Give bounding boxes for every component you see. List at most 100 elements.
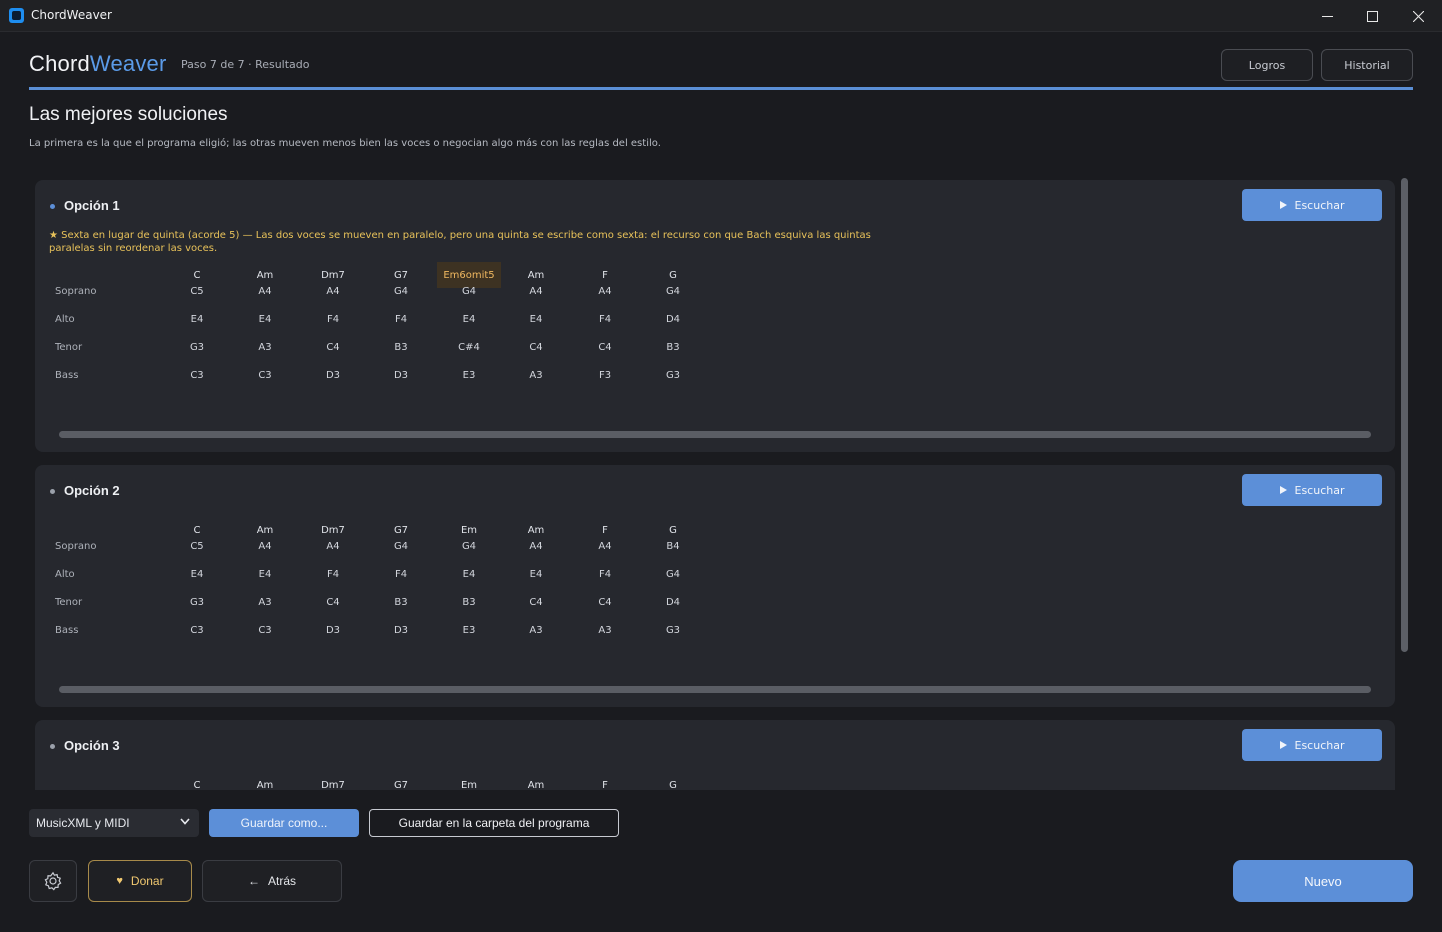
note-cell: G4 [393,541,409,552]
note-cell: A4 [529,286,543,297]
note-cell: B3 [462,597,476,608]
close-window-button[interactable] [1395,0,1441,32]
listen-label: Escuchar [1294,198,1345,212]
option-card: Opción 3 Escuchar C Am Dm7 G7 Em Am F G [35,720,1395,790]
note-cell: A4 [598,541,612,552]
chord-header: G7 [393,779,409,791]
note-cell: C4 [598,342,612,353]
option-bullet [50,744,55,749]
note-cell: F4 [394,569,408,580]
voice-label: Tenor [55,342,83,353]
note-cell: C3 [258,370,272,381]
option-card: Opción 1 Escuchar ★ Sexta en lugar de qu… [35,180,1395,452]
horizontal-scrollbar[interactable] [59,431,1371,438]
note-cell: C3 [258,625,272,636]
note-cell: G4 [665,569,681,580]
minimize-button[interactable] [1304,0,1350,32]
voice-label: Bass [55,370,79,381]
arrow-left-icon: ← [247,874,260,888]
note-cell: A4 [258,541,272,552]
play-icon [1279,741,1287,749]
chord-header: G7 [393,269,409,281]
close-icon [1412,10,1424,22]
maximize-icon [1366,10,1378,22]
note-cell: E4 [462,569,476,580]
chord-header: Em6omit5 [437,262,501,288]
note-cell: C5 [190,286,204,297]
voice-label: Alto [55,314,75,325]
donate-button[interactable]: ♥ Donar [88,860,192,902]
solutions-list[interactable]: Opción 1 Escuchar ★ Sexta en lugar de qu… [29,172,1413,790]
export-format-select[interactable]: MusicXML y MIDI [29,809,199,837]
option-title: Opción 3 [64,738,120,753]
note-cell: B3 [394,342,408,353]
note-cell: D3 [325,625,341,636]
window-title: ChordWeaver [31,8,112,22]
chord-header: G [669,524,677,536]
page-subtitle: La primera es la que el programa eligió;… [29,138,661,149]
save-as-button[interactable]: Guardar como... [209,809,359,837]
listen-button[interactable]: Escuchar [1242,189,1382,221]
chord-header: Am [527,524,545,536]
chord-header: Am [256,524,274,536]
note-cell: D4 [665,597,681,608]
voice-label: Bass [55,625,79,636]
save-program-folder-button[interactable]: Guardar en la carpeta del programa [369,809,619,837]
note-cell: D3 [393,370,409,381]
note-cell: G4 [461,541,477,552]
note-cell: E4 [190,314,204,325]
chord-header: C [193,269,201,281]
new-button[interactable]: Nuevo [1233,860,1413,902]
note-cell: A4 [326,286,340,297]
note-cell: G4 [665,286,681,297]
donate-label: Donar [130,874,164,888]
chord-header: C [193,779,201,791]
minimize-icon [1321,15,1333,17]
gear-icon [44,871,62,891]
chord-header: Em [460,779,478,791]
note-cell: G3 [189,342,205,353]
note-cell: A4 [258,286,272,297]
vertical-scrollbar[interactable] [1401,178,1408,652]
note-cell: A3 [529,625,543,636]
listen-button[interactable]: Escuchar [1242,729,1382,761]
note-cell: A4 [529,541,543,552]
history-button[interactable]: Historial [1321,49,1413,81]
chord-header: Am [256,779,274,791]
chord-header: F [602,779,608,791]
brand-logo: ChordWeaver [29,51,167,77]
option-bullet [50,204,55,209]
back-button[interactable]: ← Atrás [202,860,342,902]
listen-label: Escuchar [1294,483,1345,497]
chord-header: G [669,779,677,791]
note-cell: E3 [462,370,476,381]
step-indicator: Paso 7 de 7 · Resultado [181,58,310,71]
listen-button[interactable]: Escuchar [1242,474,1382,506]
note-cell: D3 [393,625,409,636]
note-cell: G3 [665,370,681,381]
note-cell: A4 [598,286,612,297]
settings-button[interactable] [29,860,77,902]
note-cell: C3 [190,370,204,381]
note-cell: F4 [326,314,340,325]
play-icon [1279,201,1287,209]
listen-label: Escuchar [1294,738,1345,752]
note-cell: C5 [190,541,204,552]
maximize-button[interactable] [1349,0,1395,32]
horizontal-scrollbar[interactable] [59,686,1371,693]
chord-header: Am [256,269,274,281]
note-cell: C4 [326,597,340,608]
brand-first: Chord [29,51,90,76]
option-card: Opción 2 Escuchar C Am Dm7 G7 Em Am F G Soprano C… [35,465,1395,707]
note-cell: C4 [529,597,543,608]
note-cell: B4 [666,541,680,552]
note-cell: A3 [598,625,612,636]
voice-label: Alto [55,569,75,580]
chord-header: F [602,524,608,536]
option-title: Opción 1 [64,198,120,213]
note-cell: F4 [598,569,612,580]
voice-label: Soprano [55,541,97,552]
voice-label: Tenor [55,597,83,608]
achievements-button[interactable]: Logros [1221,49,1313,81]
note-cell: B3 [666,342,680,353]
